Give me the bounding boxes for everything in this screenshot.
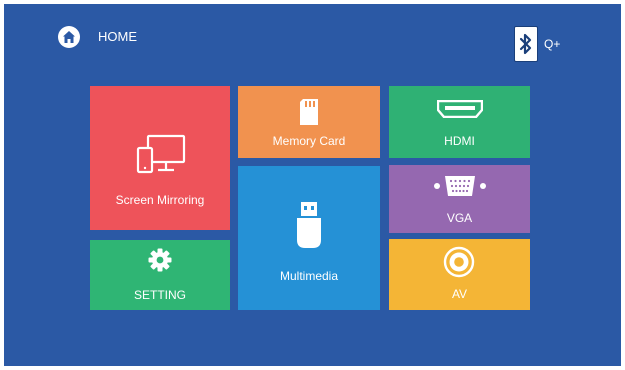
screen-mirroring-icon [136,134,186,177]
tile-screen-mirroring[interactable]: Screen Mirroring [90,86,230,230]
av-icon [443,246,475,281]
tile-label: HDMI [444,134,475,148]
tile-label: VGA [446,211,473,225]
memory-card-icon [298,98,320,129]
top-bar: HOME Q+ [4,4,621,64]
home-icon[interactable] [58,26,80,48]
tile-label: SETTING [133,288,186,302]
home-label: HOME [98,29,137,44]
tile-label: Screen Mirroring [115,193,205,207]
status-label: Q+ [544,37,561,51]
hdmi-icon [436,99,484,121]
tile-multimedia[interactable]: Multimedia [238,166,380,310]
tile-hdmi[interactable]: HDMI [389,86,530,158]
tile-setting[interactable]: SETTING [90,240,230,310]
gear-icon [148,248,172,275]
home-screen: HOME Q+ Screen Mirroring Memory Card HDM… [4,4,621,366]
tile-label: Memory Card [272,134,346,148]
usb-drive-icon [295,200,323,253]
vga-icon [432,173,488,202]
bluetooth-icon[interactable] [514,26,538,62]
tile-label: Multimedia [279,269,339,283]
tile-av[interactable]: AV [389,239,530,310]
tile-memory-card[interactable]: Memory Card [238,86,380,158]
tile-vga[interactable]: VGA [389,165,530,233]
tile-label: AV [451,287,468,301]
